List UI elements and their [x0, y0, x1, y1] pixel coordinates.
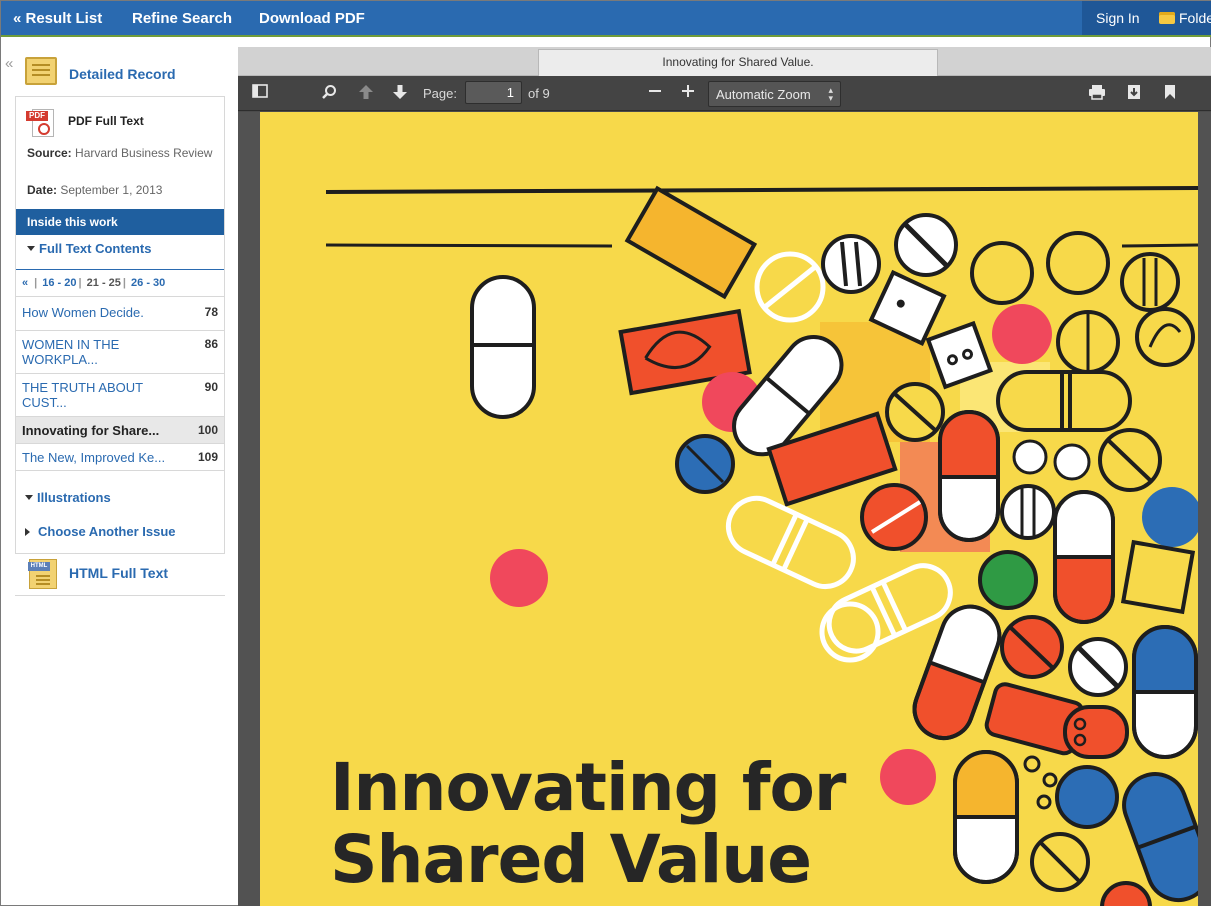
page-label: Page:	[423, 86, 457, 101]
toc-title: Innovating for Share...	[22, 423, 160, 438]
toc-item[interactable]: THE TRUTH ABOUT CUST... 90	[16, 374, 224, 417]
full-text-contents-toggle[interactable]: Full Text Contents	[27, 241, 151, 256]
zoom-select[interactable]: Automatic Zoom ▴ ▾	[708, 81, 841, 107]
pdf-full-text-link[interactable]: PDF Full Text	[68, 114, 144, 128]
html-document-icon: HTML	[28, 559, 57, 589]
toc-title: WOMEN IN THE WORKPLA...	[22, 337, 120, 367]
toc-page: 109	[197, 450, 218, 464]
sign-in-link[interactable]: Sign In	[1096, 10, 1140, 26]
toc-title: The New, Improved Ke...	[22, 450, 166, 465]
toc-item[interactable]: The New, Improved Ke... 109	[16, 444, 224, 471]
pdf-viewer: Innovating for Shared Value. Page: 1 of …	[238, 47, 1211, 906]
toc-item[interactable]: WOMEN IN THE WORKPLA... 86	[16, 331, 224, 374]
triangle-down-icon	[25, 495, 33, 500]
toc-item-active[interactable]: Innovating for Share... 100	[16, 417, 224, 444]
folder-link[interactable]: Folde	[1159, 10, 1211, 26]
folder-label: Folde	[1179, 10, 1211, 26]
folder-icon	[1159, 12, 1175, 24]
sidebar-toggle-icon[interactable]	[250, 84, 270, 104]
pager-range-16-20[interactable]: 16 - 20	[42, 277, 76, 289]
page-total: of 9	[528, 86, 550, 101]
zoom-value: Automatic Zoom	[716, 87, 811, 102]
detailed-record-label: Detailed Record	[69, 66, 176, 82]
choose-another-issue-toggle[interactable]: Choose Another Issue	[25, 524, 175, 539]
cover-title-line-1: Innovating for	[330, 749, 846, 826]
html-full-text-label: HTML Full Text	[69, 565, 169, 581]
top-navigation-bar: « Result List Refine Search Download PDF…	[1, 1, 1211, 37]
pdf-page-area[interactable]: Innovating for Shared Value	[238, 112, 1211, 906]
pager-first-link[interactable]: «	[22, 277, 32, 289]
zoom-in-icon[interactable]	[678, 84, 698, 104]
triangle-down-icon	[27, 246, 35, 251]
page-number-input[interactable]: 1	[465, 81, 522, 104]
toc-title: THE TRUTH ABOUT CUST...	[22, 380, 143, 410]
pdf-toolbar: Page: 1 of 9 Automatic Zoom ▴ ▾	[238, 76, 1211, 111]
next-page-icon[interactable]	[390, 84, 410, 104]
record-panel: PDF PDF Full Text Source: Harvard Busine…	[15, 96, 225, 554]
pdf-page-cover: Innovating for Shared Value	[260, 112, 1198, 906]
date-value: September 1, 2013	[60, 183, 163, 197]
pager-range-26-30[interactable]: 26 - 30	[131, 277, 165, 289]
toc-page: 90	[204, 380, 218, 394]
toc-page: 86	[204, 337, 218, 351]
toc-pager: «| 16 - 20 | 21 - 25 | 26 - 30	[16, 269, 224, 297]
collapse-sidebar-button[interactable]: «	[5, 55, 13, 72]
illustrations-toggle[interactable]: Illustrations	[25, 490, 111, 505]
bookmark-icon[interactable]	[1160, 84, 1180, 104]
source-value: Harvard Business Review	[75, 146, 213, 160]
html-full-text-link[interactable]: HTML HTML Full Text	[15, 555, 225, 596]
triangle-right-icon	[25, 528, 30, 536]
pdf-icon: PDF	[26, 107, 60, 139]
cover-title-line-2: Shared Value	[330, 821, 812, 898]
search-icon[interactable]	[319, 84, 339, 104]
toc-page: 78	[204, 305, 218, 319]
download-pdf-link[interactable]: Download PDF	[259, 10, 365, 27]
source-meta: Source: Harvard Business Review	[27, 146, 213, 160]
select-arrows-icon: ▴ ▾	[828, 85, 833, 103]
download-icon[interactable]	[1124, 84, 1144, 104]
previous-page-icon[interactable]	[356, 84, 376, 104]
inside-this-work-header: Inside this work	[16, 209, 224, 235]
toc-item[interactable]: How Women Decide. 78	[16, 299, 224, 331]
toc-title: How Women Decide.	[22, 305, 144, 320]
viewer-tab-strip: Innovating for Shared Value.	[238, 47, 1211, 76]
refine-search-link[interactable]: Refine Search	[132, 10, 232, 27]
print-icon[interactable]	[1087, 84, 1107, 104]
result-list-link[interactable]: « Result List	[13, 10, 102, 27]
toc-page: 100	[197, 423, 218, 437]
detailed-record-icon	[25, 57, 57, 85]
zoom-out-icon[interactable]	[645, 84, 665, 104]
document-tab[interactable]: Innovating for Shared Value.	[538, 49, 938, 76]
cover-title: Innovating for Shared Value	[330, 749, 846, 898]
date-meta: Date: September 1, 2013	[27, 183, 163, 197]
pager-range-21-25[interactable]: 21 - 25	[87, 277, 121, 289]
